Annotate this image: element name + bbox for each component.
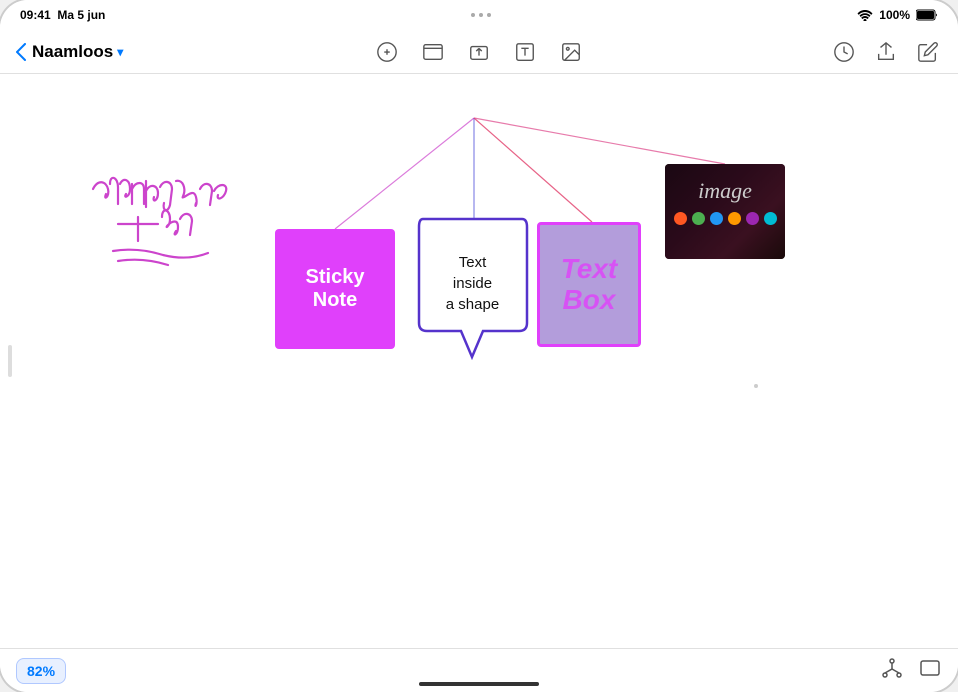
text-box[interactable]: Text Box: [537, 222, 641, 347]
canvas: Sticky Note Textinsidea shape Text Box i…: [0, 74, 958, 648]
bead-4: [728, 212, 741, 225]
back-button[interactable]: [16, 43, 26, 61]
status-bar: 09:41 Ma 5 jun 100%: [0, 0, 958, 30]
bead-2: [692, 212, 705, 225]
back-chevron-icon: [16, 43, 26, 61]
bead-3: [710, 212, 723, 225]
folder-tool-button[interactable]: [465, 38, 493, 66]
connectors-layer: [0, 74, 958, 648]
home-indicator: [419, 682, 539, 686]
wifi-icon: [857, 9, 873, 21]
text-tool-button[interactable]: [511, 38, 539, 66]
image-tool-button[interactable]: [557, 38, 585, 66]
history-button[interactable]: [830, 38, 858, 66]
nav-bar: Naamloos ▾: [0, 30, 958, 74]
edit-button[interactable]: [914, 38, 942, 66]
speech-bubble[interactable]: Textinsidea shape: [415, 222, 530, 352]
bottom-right-icons: [880, 656, 942, 685]
battery-percent: 100%: [879, 8, 910, 22]
device-frame: 09:41 Ma 5 jun 100%: [0, 0, 958, 692]
dot-3: [487, 13, 491, 17]
sticky-note[interactable]: Sticky Note: [275, 229, 395, 349]
bead-6: [764, 212, 777, 225]
dot-2: [479, 13, 483, 17]
nav-toolbar: [373, 38, 585, 66]
bead-5: [746, 212, 759, 225]
document-title: Naamloos: [32, 42, 113, 62]
status-time: 09:41 Ma 5 jun: [20, 8, 105, 22]
pages-button[interactable]: [918, 656, 942, 685]
sticky-note-text: Sticky Note: [306, 266, 365, 312]
image-box[interactable]: image: [665, 164, 785, 259]
title-chevron-icon: ▾: [117, 45, 123, 59]
status-center-dots: [471, 13, 491, 17]
media-tool-button[interactable]: [419, 38, 447, 66]
side-handle: [8, 345, 12, 377]
battery-icon: [916, 9, 938, 21]
nav-right-actions: [830, 38, 942, 66]
dot-1: [471, 13, 475, 17]
bead-1: [674, 212, 687, 225]
hierarchy-button[interactable]: [880, 656, 904, 685]
nav-title: Naamloos ▾: [32, 42, 123, 62]
handwritten-text-group: [93, 178, 226, 265]
share-button[interactable]: [872, 38, 900, 66]
pen-tool-button[interactable]: [373, 38, 401, 66]
canvas-dot: [754, 384, 758, 388]
zoom-badge[interactable]: 82%: [16, 658, 66, 684]
image-label: image: [698, 164, 752, 204]
speech-bubble-text: Textinsidea shape: [415, 252, 530, 315]
status-right: 100%: [857, 8, 938, 22]
text-box-label: Text Box: [561, 254, 618, 316]
